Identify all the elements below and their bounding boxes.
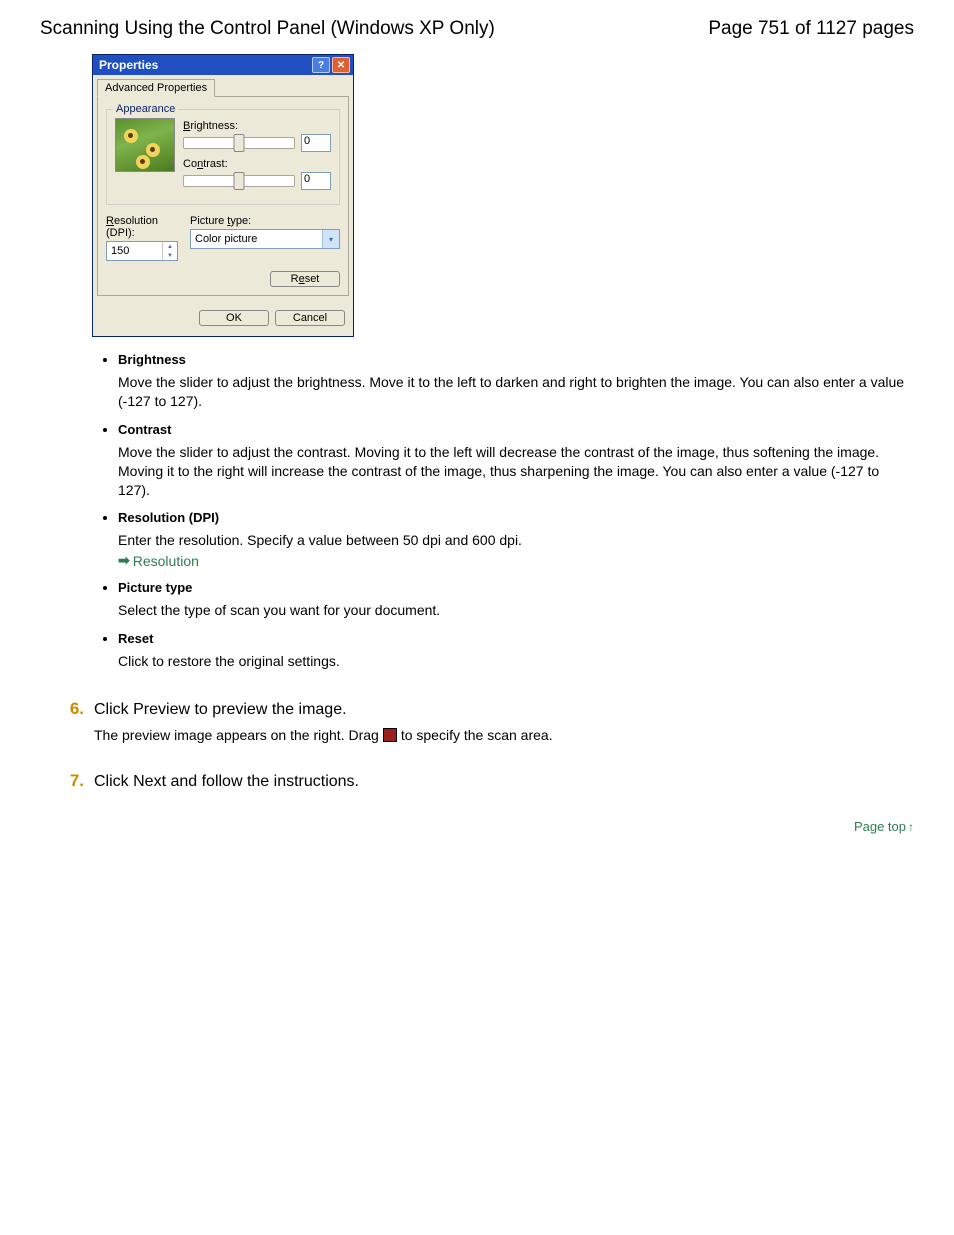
chevron-down-icon[interactable]: ▾ [322, 230, 339, 248]
page-top-label: Page top [854, 819, 906, 834]
page-title: Scanning Using the Control Panel (Window… [40, 18, 495, 40]
chevron-up-icon[interactable]: ▲ [163, 242, 177, 251]
item-picture-type-desc: Select the type of scan you want for you… [118, 601, 914, 620]
item-reset-term: Reset [118, 631, 914, 646]
appearance-legend: Appearance [113, 103, 178, 115]
step-7-title: Click Next and follow the instructions. [94, 773, 359, 791]
cancel-button[interactable]: Cancel [275, 310, 345, 326]
brightness-value[interactable]: 0 [301, 134, 331, 152]
reset-button[interactable]: ResetReset [270, 271, 340, 287]
help-icon[interactable]: ? [312, 57, 330, 73]
step-6-body-post: to specify the scan area. [401, 727, 553, 743]
chevron-down-icon[interactable]: ▼ [163, 251, 177, 260]
contrast-value[interactable]: 0 [301, 172, 331, 190]
page-top-link[interactable]: Page top ↑ [40, 819, 914, 834]
item-contrast-desc: Move the slider to adjust the contrast. … [118, 443, 914, 500]
drag-handle-icon [383, 728, 397, 742]
resolution-link-label: Resolution [133, 553, 199, 569]
ok-button[interactable]: OK [199, 310, 269, 326]
step-6-number: 6. [64, 699, 84, 719]
resolution-value[interactable]: 150 [107, 245, 162, 257]
arrow-right-icon: ➡ [118, 552, 130, 569]
arrow-up-icon: ↑ [908, 820, 914, 834]
item-resolution-term: Resolution (DPI) [118, 510, 914, 525]
item-reset-desc: Click to restore the original settings. [118, 652, 914, 671]
resolution-spinner[interactable]: 150 ▲▼ [106, 241, 178, 261]
preview-thumbnail [115, 118, 175, 172]
step-6-title: Click Preview to preview the image. [94, 701, 347, 719]
page-counter: Page 751 of 1127 pages [708, 18, 914, 40]
brightness-label: BBrightness:rightness: [183, 120, 331, 132]
step-6-body-pre: The preview image appears on the right. … [94, 727, 379, 743]
dialog-titlebar: Properties ? ✕ [93, 55, 353, 75]
close-icon[interactable]: ✕ [332, 57, 350, 73]
item-brightness-desc: Move the slider to adjust the brightness… [118, 373, 914, 411]
picture-type-value: Color picture [191, 233, 322, 245]
properties-dialog: Properties ? ✕ Advanced Properties Appea… [92, 54, 354, 337]
item-brightness-term: Brightness [118, 352, 914, 367]
item-contrast-term: Contrast [118, 422, 914, 437]
picture-type-label: Picture type:Picture type: [190, 215, 340, 227]
resolution-link[interactable]: ➡ Resolution [118, 552, 199, 569]
brightness-slider[interactable] [183, 137, 295, 149]
item-picture-type-term: Picture type [118, 580, 914, 595]
contrast-label: Contrast:Contrast: [183, 158, 331, 170]
contrast-slider[interactable] [183, 175, 295, 187]
tab-advanced-properties[interactable]: Advanced Properties [97, 79, 215, 97]
resolution-label: Resolution (DPI):Resolution (DPI): [106, 215, 180, 239]
dialog-title: Properties [99, 58, 158, 72]
item-resolution-desc: Enter the resolution. Specify a value be… [118, 531, 914, 550]
picture-type-dropdown[interactable]: Color picture ▾ [190, 229, 340, 249]
step-7-number: 7. [64, 771, 84, 791]
